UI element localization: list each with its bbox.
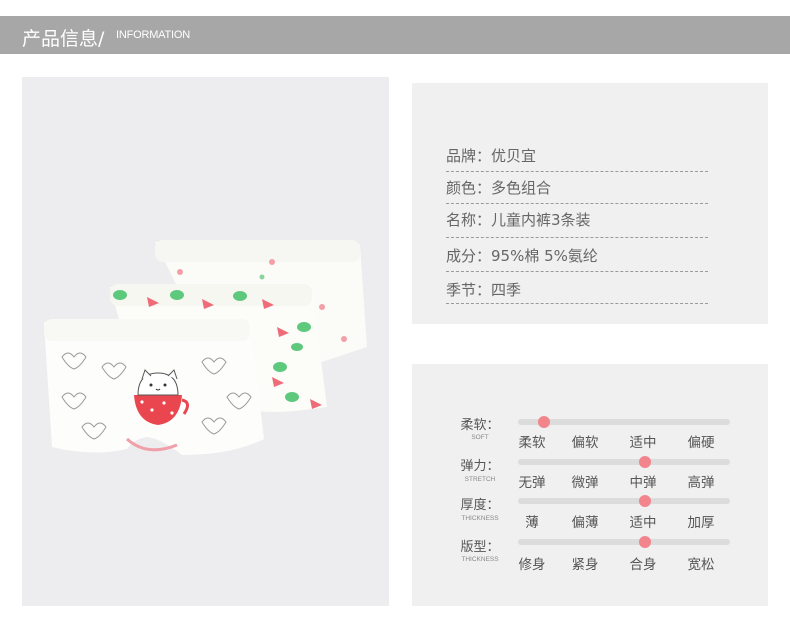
thickness-label-en: THICKNESS xyxy=(461,515,499,522)
fit-option: 紧身 xyxy=(571,557,599,573)
product-info-panel: 品牌：优贝宜 颜色：多色组合 名称：儿童内裤3条装 成分：95%棉 5%氨纶 季… xyxy=(412,83,768,324)
properties-panel: 柔软： SOFT 柔软 偏软 适中 偏硬 弹力： STRETCH 无弹 微弹 中… xyxy=(412,364,768,606)
brief-front xyxy=(44,318,264,455)
product-photo xyxy=(22,77,389,606)
fit-option: 合身 xyxy=(629,557,657,573)
thickness-label: 厚度： xyxy=(460,498,500,513)
stretch-indicator xyxy=(639,456,651,468)
thickness-option: 适中 xyxy=(629,515,657,531)
header-title: 产品信息/ xyxy=(22,28,105,50)
thickness-option: 薄 xyxy=(525,515,539,531)
softness-option: 柔软 xyxy=(518,435,546,451)
section-header: 产品信息/ INFORMATION xyxy=(0,16,790,54)
info-divider xyxy=(446,203,708,204)
softness-indicator xyxy=(538,416,550,428)
info-material: 成分：95%棉 5%氨纶 xyxy=(446,247,598,265)
fit-option: 宽松 xyxy=(687,557,715,573)
fit-label: 版型： xyxy=(460,540,500,555)
softness-option: 偏软 xyxy=(571,435,599,451)
fit-label-en: THICKNESS xyxy=(461,556,499,563)
stretch-option: 微弹 xyxy=(571,475,599,491)
info-divider xyxy=(446,303,708,304)
stretch-label: 弹力： xyxy=(460,459,500,474)
stretch-option: 无弹 xyxy=(518,475,546,491)
fit-slider xyxy=(518,536,730,548)
softness-label-en: SOFT xyxy=(471,434,489,441)
softness-option: 适中 xyxy=(629,435,657,451)
fit-indicator xyxy=(639,536,651,548)
softness-slider xyxy=(518,416,730,428)
product-image xyxy=(44,240,367,455)
fit-option: 修身 xyxy=(518,557,546,573)
thickness-indicator xyxy=(639,495,651,507)
softness-option: 偏硬 xyxy=(687,435,715,451)
stretch-label-en: STRETCH xyxy=(464,476,496,483)
info-divider xyxy=(446,237,708,238)
info-brand: 品牌：优贝宜 xyxy=(446,147,537,165)
stretch-slider xyxy=(518,456,730,468)
thickness-slider xyxy=(518,495,730,507)
info-season: 季节：四季 xyxy=(446,281,522,299)
thickness-option: 偏薄 xyxy=(571,515,599,531)
info-divider xyxy=(446,171,708,172)
header-subtitle: INFORMATION xyxy=(116,29,190,41)
thickness-option: 加厚 xyxy=(687,515,715,531)
info-name: 名称：儿童内裤3条装 xyxy=(446,211,591,229)
stretch-option: 高弹 xyxy=(687,475,715,491)
info-color: 颜色：多色组合 xyxy=(446,179,552,197)
stretch-option: 中弹 xyxy=(629,475,657,491)
softness-label: 柔软： xyxy=(460,418,500,433)
info-divider xyxy=(446,271,708,272)
